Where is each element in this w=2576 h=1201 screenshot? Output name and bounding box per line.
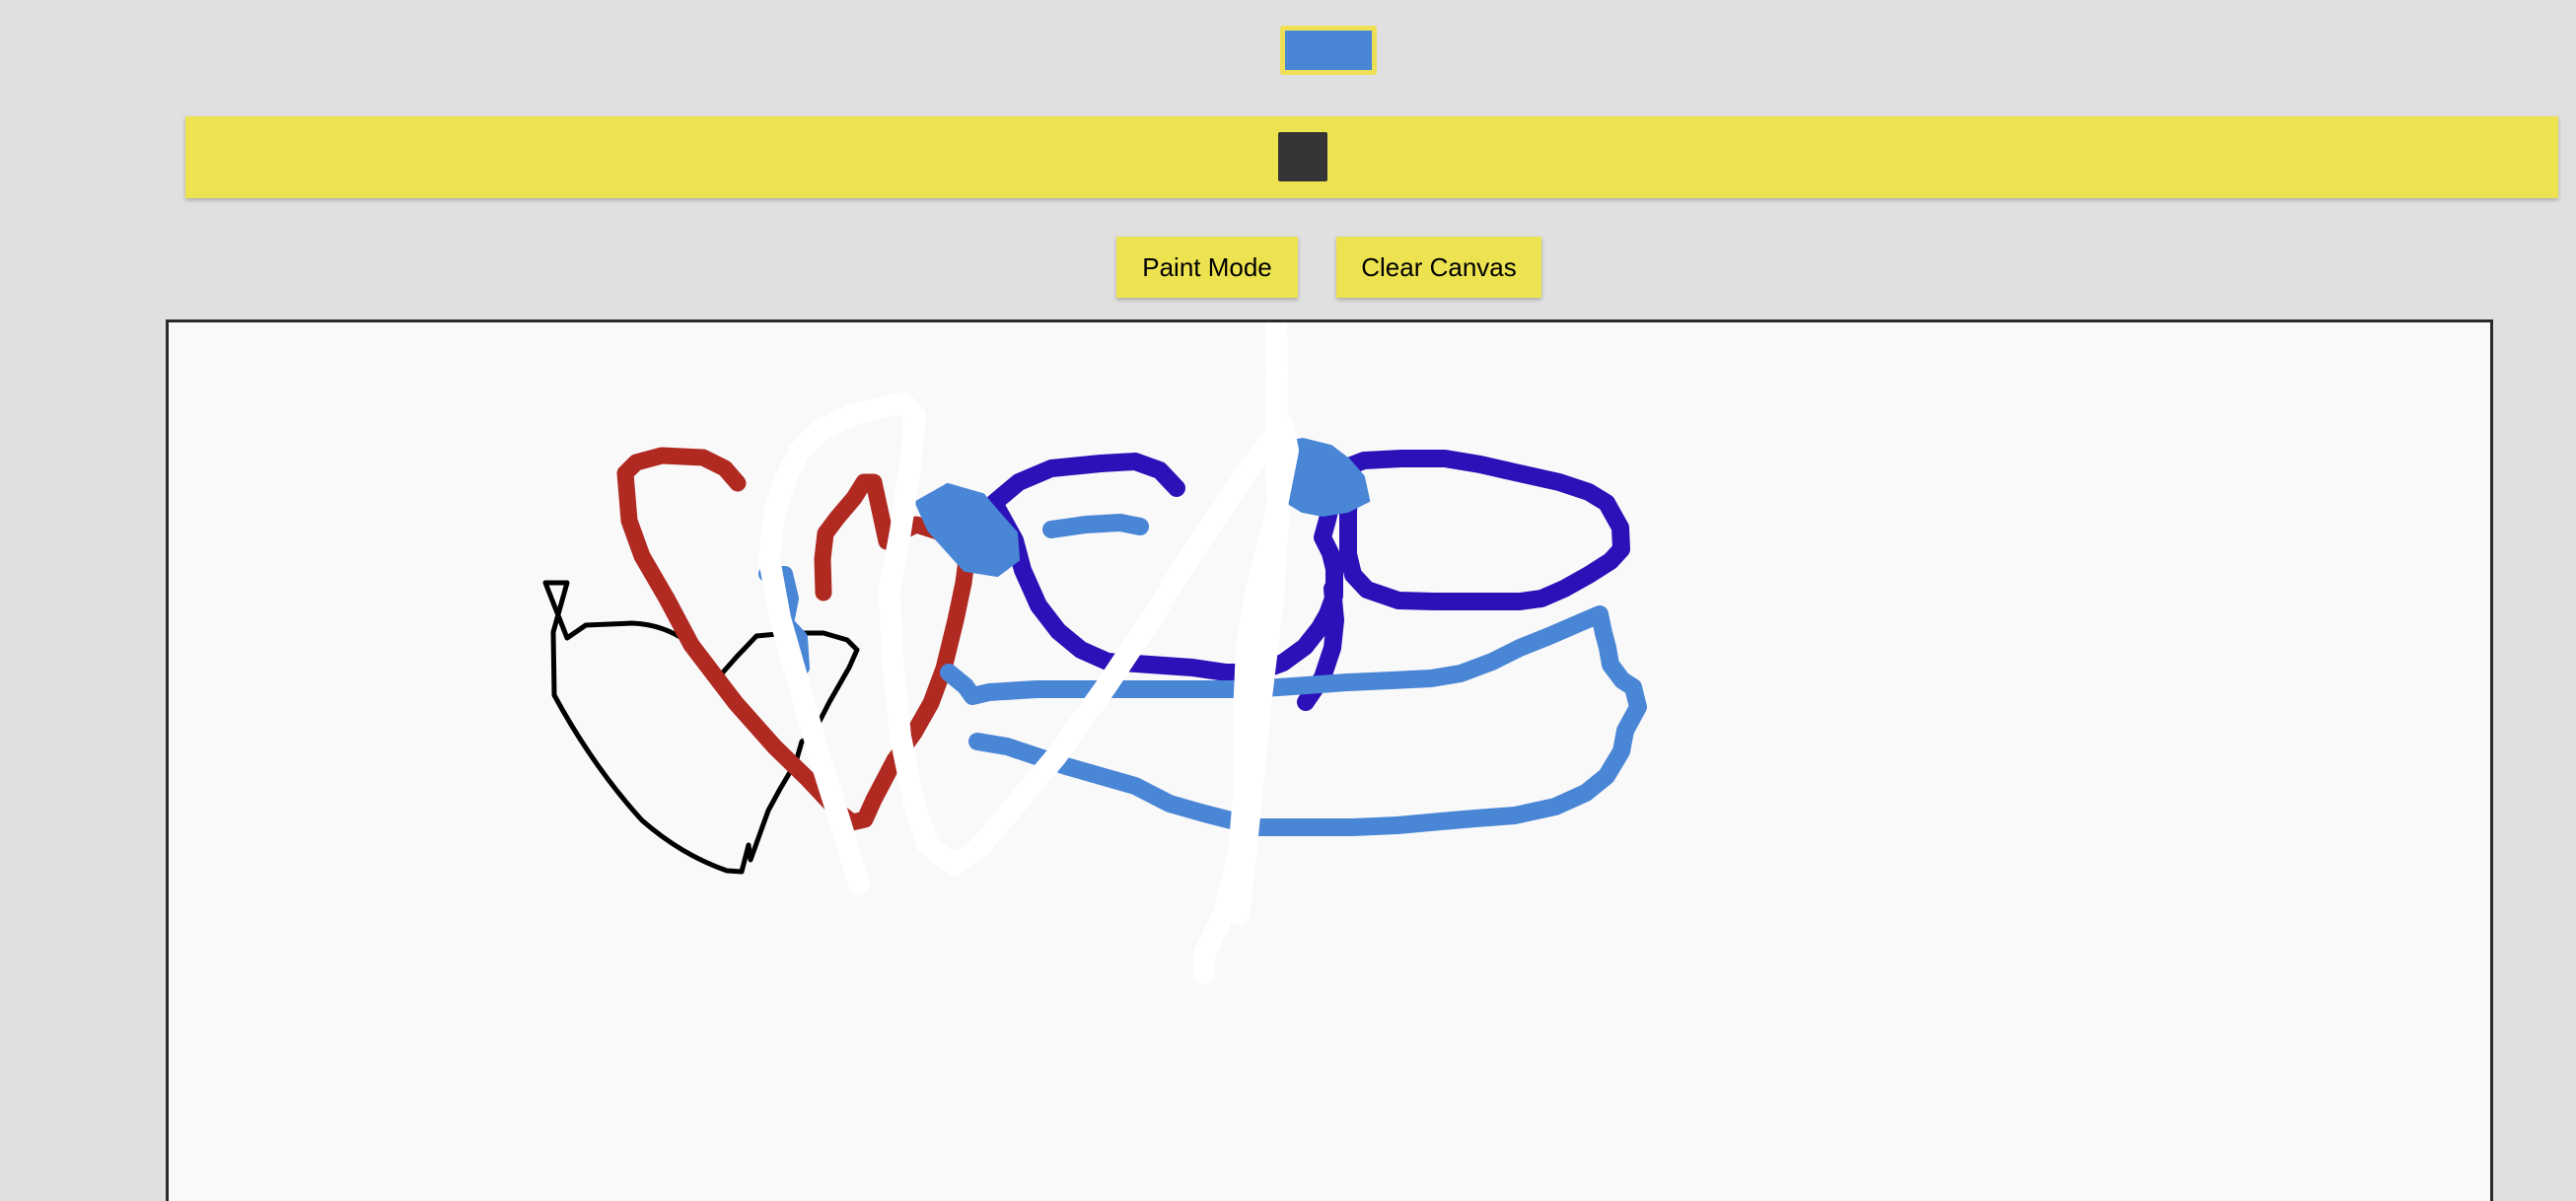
brush-size-slider-track[interactable] [185,116,2558,198]
paint-mode-button[interactable]: Paint Mode [1116,237,1298,298]
paint-app: Paint Mode Clear Canvas [0,0,2576,1201]
brush-size-slider-handle[interactable] [1278,132,1327,181]
canvas-drawing-surface[interactable] [169,322,2490,1201]
light-blue-stroke-mid [1042,514,1149,538]
drawing-canvas[interactable] [166,319,2493,1201]
clear-canvas-button[interactable]: Clear Canvas [1336,237,1541,298]
current-color-swatch[interactable] [1280,26,1377,75]
